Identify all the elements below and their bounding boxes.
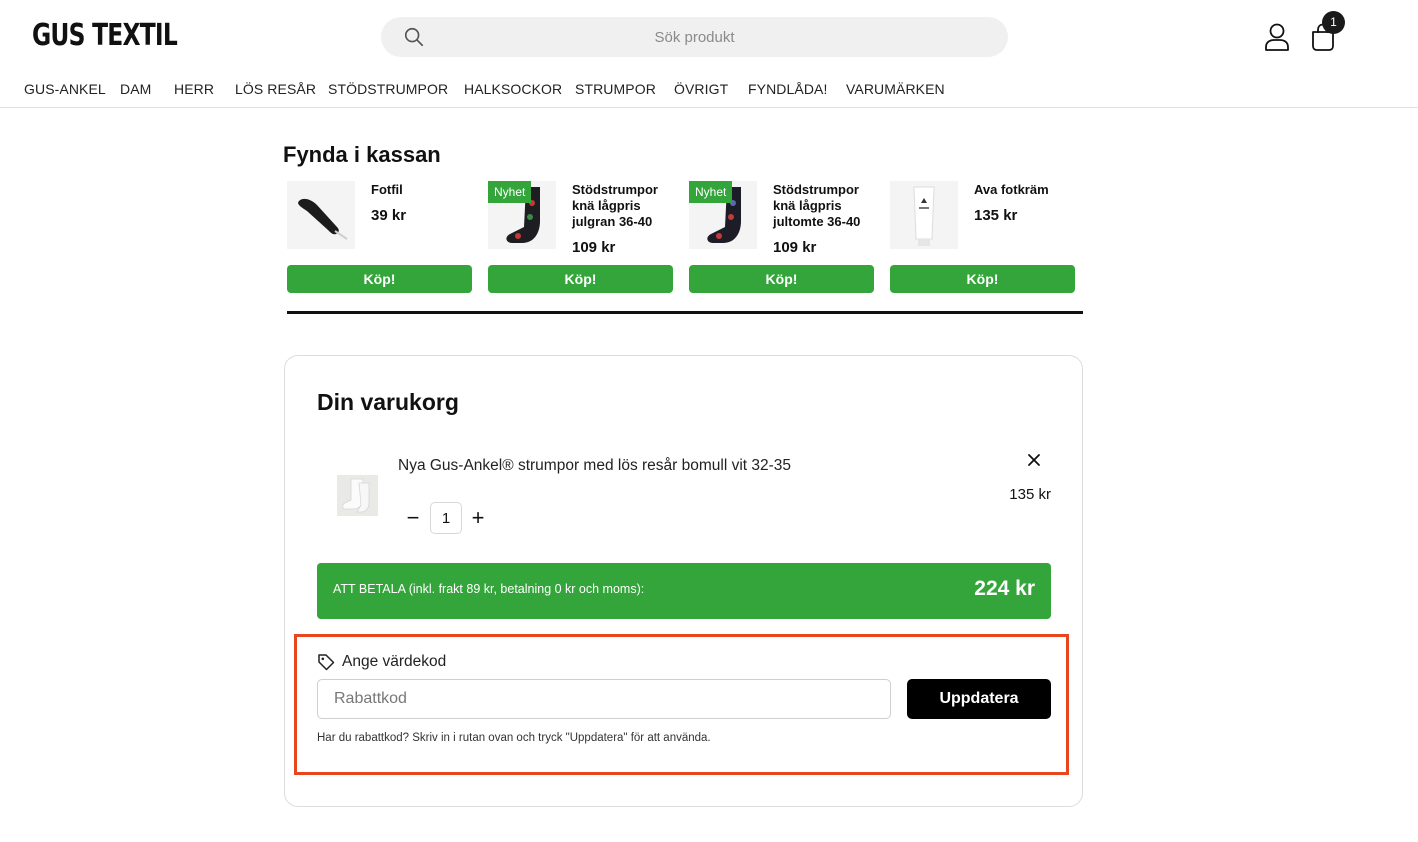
section-divider xyxy=(287,311,1083,314)
order-total-bar: ATT BETALA (inkl. frakt 89 kr, betalning… xyxy=(317,563,1051,619)
cart-title: Din varukorg xyxy=(317,389,459,415)
quantity-increase-button[interactable]: + xyxy=(468,506,488,530)
nav-item-los-resar[interactable]: LÖS RESÅR xyxy=(235,81,316,97)
search-icon[interactable] xyxy=(403,26,425,48)
cart-count-badge: 1 xyxy=(1322,11,1345,34)
cart-item-name[interactable]: Nya Gus-Ankel® strumpor med lös resår bo… xyxy=(398,456,793,475)
product-image[interactable]: Nyhet xyxy=(488,181,556,249)
nav-item-halksockor[interactable]: HALKSOCKOR xyxy=(464,81,562,97)
nav-item-varumarken[interactable]: VARUMÄRKEN xyxy=(846,81,945,97)
product-image[interactable] xyxy=(287,181,355,249)
update-button[interactable]: Uppdatera xyxy=(907,679,1051,719)
coupon-section: Ange värdekod Uppdatera Har du rabattkod… xyxy=(294,634,1069,775)
coupon-help-text: Har du rabattkod? Skriv in i rutan ovan … xyxy=(317,732,711,744)
product-price: 39 kr xyxy=(371,207,407,224)
product-name[interactable]: Ava fotkräm xyxy=(974,182,1074,198)
upsell-title: Fynda i kassan xyxy=(283,142,441,167)
product-image[interactable]: Nyhet xyxy=(689,181,757,249)
foot-file-image xyxy=(287,181,355,249)
order-total-label: ATT BETALA (inkl. frakt 89 kr, betalning… xyxy=(333,582,645,596)
account-icon[interactable] xyxy=(1263,22,1291,52)
buy-button[interactable]: Köp! xyxy=(488,265,673,293)
coupon-label: Ange värdekod xyxy=(342,653,447,670)
search-bar[interactable] xyxy=(381,17,1008,57)
product-name[interactable]: Stödstrumpor knä lågpris jultomte 36-40 xyxy=(773,182,873,230)
buy-button[interactable]: Köp! xyxy=(689,265,874,293)
buy-button[interactable]: Köp! xyxy=(287,265,472,293)
cart-panel: Din varukorg Nya Gus-Ankel® strumpor med… xyxy=(284,355,1083,807)
upsell-product-card: Nyhet Stödstrumpor knä lågpris jultomte … xyxy=(689,181,874,293)
new-badge: Nyhet xyxy=(689,181,733,203)
cream-tube-image xyxy=(890,181,958,249)
order-total-value: 224 kr xyxy=(974,577,1035,600)
upsell-product-card: Ava fotkräm 135 kr Köp! xyxy=(890,181,1075,293)
product-price: 109 kr xyxy=(773,239,817,256)
nav-item-dam[interactable]: DAM xyxy=(120,81,151,97)
site-logo[interactable]: GUS TEXTIL xyxy=(32,18,178,53)
close-icon[interactable] xyxy=(1026,452,1042,468)
quantity-input[interactable] xyxy=(430,502,462,534)
nav-item-strumpor[interactable]: STRUMPOR xyxy=(575,81,656,97)
search-input[interactable] xyxy=(441,17,948,57)
quantity-decrease-button[interactable]: − xyxy=(403,506,423,530)
cart-item-price: 135 kr xyxy=(1009,486,1051,503)
product-name[interactable]: Fotfil xyxy=(371,182,471,198)
nav-item-stodstrumpor[interactable]: STÖDSTRUMPOR xyxy=(328,81,448,97)
nav-item-herr[interactable]: HERR xyxy=(174,81,214,97)
coupon-code-input[interactable] xyxy=(317,679,891,719)
upsell-product-card: Nyhet Stödstrumpor knä lågpris julgran 3… xyxy=(488,181,673,293)
product-name[interactable]: Stödstrumpor knä lågpris julgran 36-40 xyxy=(572,182,672,230)
buy-button[interactable]: Köp! xyxy=(890,265,1075,293)
site-header: GUS TEXTIL 1 GUS-ANKEL DAM HERR LÖS RESÅ… xyxy=(0,0,1418,108)
cart-item-image[interactable] xyxy=(337,475,378,516)
white-sock-image xyxy=(337,475,378,516)
nav-item-ovrigt[interactable]: ÖVRIGT xyxy=(674,81,728,97)
upsell-product-card: Fotfil 39 kr Köp! xyxy=(287,181,472,293)
product-price: 109 kr xyxy=(572,239,616,256)
tag-icon xyxy=(318,654,335,671)
nav-item-fyndlada[interactable]: FYNDLÅDA! xyxy=(748,81,827,97)
product-image[interactable] xyxy=(890,181,958,249)
new-badge: Nyhet xyxy=(488,181,532,203)
product-price: 135 kr xyxy=(974,207,1018,224)
nav-item-gus-ankel[interactable]: GUS-ANKEL xyxy=(24,81,106,97)
